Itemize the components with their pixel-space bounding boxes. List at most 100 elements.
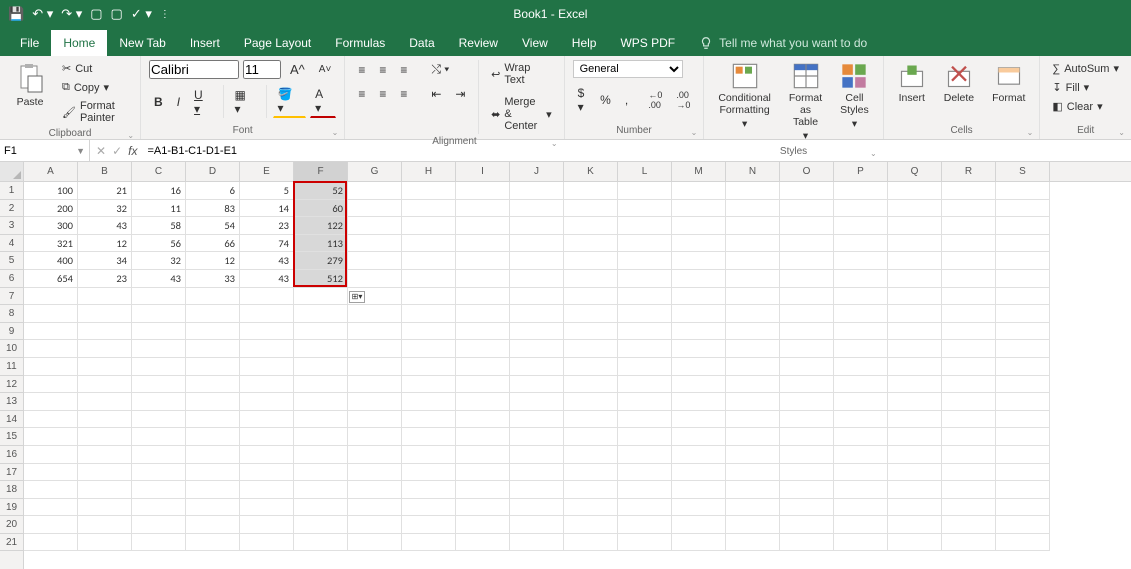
cell-I8[interactable]	[456, 305, 510, 323]
cell-M15[interactable]	[672, 428, 726, 446]
cell-S9[interactable]	[996, 323, 1050, 341]
cell-B13[interactable]	[78, 393, 132, 411]
cell-K18[interactable]	[564, 481, 618, 499]
cell-P9[interactable]	[834, 323, 888, 341]
cell-D12[interactable]	[186, 376, 240, 394]
column-header-F[interactable]: F	[294, 162, 348, 181]
cell-D16[interactable]	[186, 446, 240, 464]
cell-G10[interactable]	[348, 340, 402, 358]
cell-Q4[interactable]	[888, 235, 942, 253]
cell-G17[interactable]	[348, 464, 402, 482]
cell-H17[interactable]	[402, 464, 456, 482]
cell-Q3[interactable]	[888, 217, 942, 235]
cell-O20[interactable]	[780, 516, 834, 534]
cell-H10[interactable]	[402, 340, 456, 358]
cell-I21[interactable]	[456, 534, 510, 552]
cell-O16[interactable]	[780, 446, 834, 464]
cell-I20[interactable]	[456, 516, 510, 534]
cell-M6[interactable]	[672, 270, 726, 288]
cell-J19[interactable]	[510, 499, 564, 517]
cell-H3[interactable]	[402, 217, 456, 235]
cell-R6[interactable]	[942, 270, 996, 288]
cell-L17[interactable]	[618, 464, 672, 482]
cell-R2[interactable]	[942, 200, 996, 218]
cell-Q14[interactable]	[888, 411, 942, 429]
cell-H20[interactable]	[402, 516, 456, 534]
row-header-4[interactable]: 4	[0, 235, 23, 253]
cell-N4[interactable]	[726, 235, 780, 253]
cell-N15[interactable]	[726, 428, 780, 446]
cell-C7[interactable]	[132, 288, 186, 306]
orientation-button[interactable]: ⤭ ▾	[426, 60, 454, 79]
cell-M5[interactable]	[672, 252, 726, 270]
cell-P20[interactable]	[834, 516, 888, 534]
cell-N9[interactable]	[726, 323, 780, 341]
qat-icon-1[interactable]: ▢	[90, 6, 102, 22]
cell-H12[interactable]	[402, 376, 456, 394]
cell-Q5[interactable]	[888, 252, 942, 270]
column-header-G[interactable]: G	[348, 162, 402, 181]
cell-L4[interactable]	[618, 235, 672, 253]
cell-O9[interactable]	[780, 323, 834, 341]
cell-Q11[interactable]	[888, 358, 942, 376]
row-header-20[interactable]: 20	[0, 516, 23, 534]
cell-G19[interactable]	[348, 499, 402, 517]
cell-Q20[interactable]	[888, 516, 942, 534]
column-header-Q[interactable]: Q	[888, 162, 942, 181]
cell-E12[interactable]	[240, 376, 294, 394]
cell-M4[interactable]	[672, 235, 726, 253]
cell-P3[interactable]	[834, 217, 888, 235]
cell-P6[interactable]	[834, 270, 888, 288]
cell-P2[interactable]	[834, 200, 888, 218]
cell-C15[interactable]	[132, 428, 186, 446]
cell-I9[interactable]	[456, 323, 510, 341]
font-color-button[interactable]: A ▾	[310, 85, 336, 118]
cell-L5[interactable]	[618, 252, 672, 270]
cell-A13[interactable]	[24, 393, 78, 411]
cell-E6[interactable]: 43	[240, 270, 294, 288]
cell-D20[interactable]	[186, 516, 240, 534]
cell-S10[interactable]	[996, 340, 1050, 358]
cell-I19[interactable]	[456, 499, 510, 517]
cell-Q12[interactable]	[888, 376, 942, 394]
cell-M19[interactable]	[672, 499, 726, 517]
cell-F13[interactable]	[294, 393, 348, 411]
cell-R5[interactable]	[942, 252, 996, 270]
cell-M1[interactable]	[672, 182, 726, 200]
cell-R1[interactable]	[942, 182, 996, 200]
cell-F16[interactable]	[294, 446, 348, 464]
cell-O19[interactable]	[780, 499, 834, 517]
format-cells-button[interactable]: Format	[986, 60, 1031, 106]
cell-A18[interactable]	[24, 481, 78, 499]
cell-styles-button[interactable]: Cell Styles ▾	[834, 60, 875, 132]
cell-D11[interactable]	[186, 358, 240, 376]
cell-J6[interactable]	[510, 270, 564, 288]
cell-H2[interactable]	[402, 200, 456, 218]
cell-H5[interactable]	[402, 252, 456, 270]
cell-I12[interactable]	[456, 376, 510, 394]
accounting-format-button[interactable]: $ ▾	[573, 84, 592, 116]
cell-O6[interactable]	[780, 270, 834, 288]
cell-O1[interactable]	[780, 182, 834, 200]
cell-F3[interactable]: 122	[294, 217, 348, 235]
cell-D1[interactable]: 6	[186, 182, 240, 200]
cell-R19[interactable]	[942, 499, 996, 517]
tab-formulas[interactable]: Formulas	[323, 30, 397, 56]
cell-G9[interactable]	[348, 323, 402, 341]
cell-D5[interactable]: 12	[186, 252, 240, 270]
cell-G1[interactable]	[348, 182, 402, 200]
cell-O18[interactable]	[780, 481, 834, 499]
fill-button[interactable]: ↧Fill ▾	[1048, 79, 1093, 96]
cell-S3[interactable]	[996, 217, 1050, 235]
cell-O5[interactable]	[780, 252, 834, 270]
cell-R20[interactable]	[942, 516, 996, 534]
cell-Q8[interactable]	[888, 305, 942, 323]
cell-G15[interactable]	[348, 428, 402, 446]
cell-A10[interactable]	[24, 340, 78, 358]
cell-O3[interactable]	[780, 217, 834, 235]
decrease-decimal-button[interactable]: .00→0	[671, 88, 695, 112]
cell-R9[interactable]	[942, 323, 996, 341]
cell-N10[interactable]	[726, 340, 780, 358]
redo-icon[interactable]: ↷ ▾	[61, 6, 82, 22]
cell-C5[interactable]: 32	[132, 252, 186, 270]
